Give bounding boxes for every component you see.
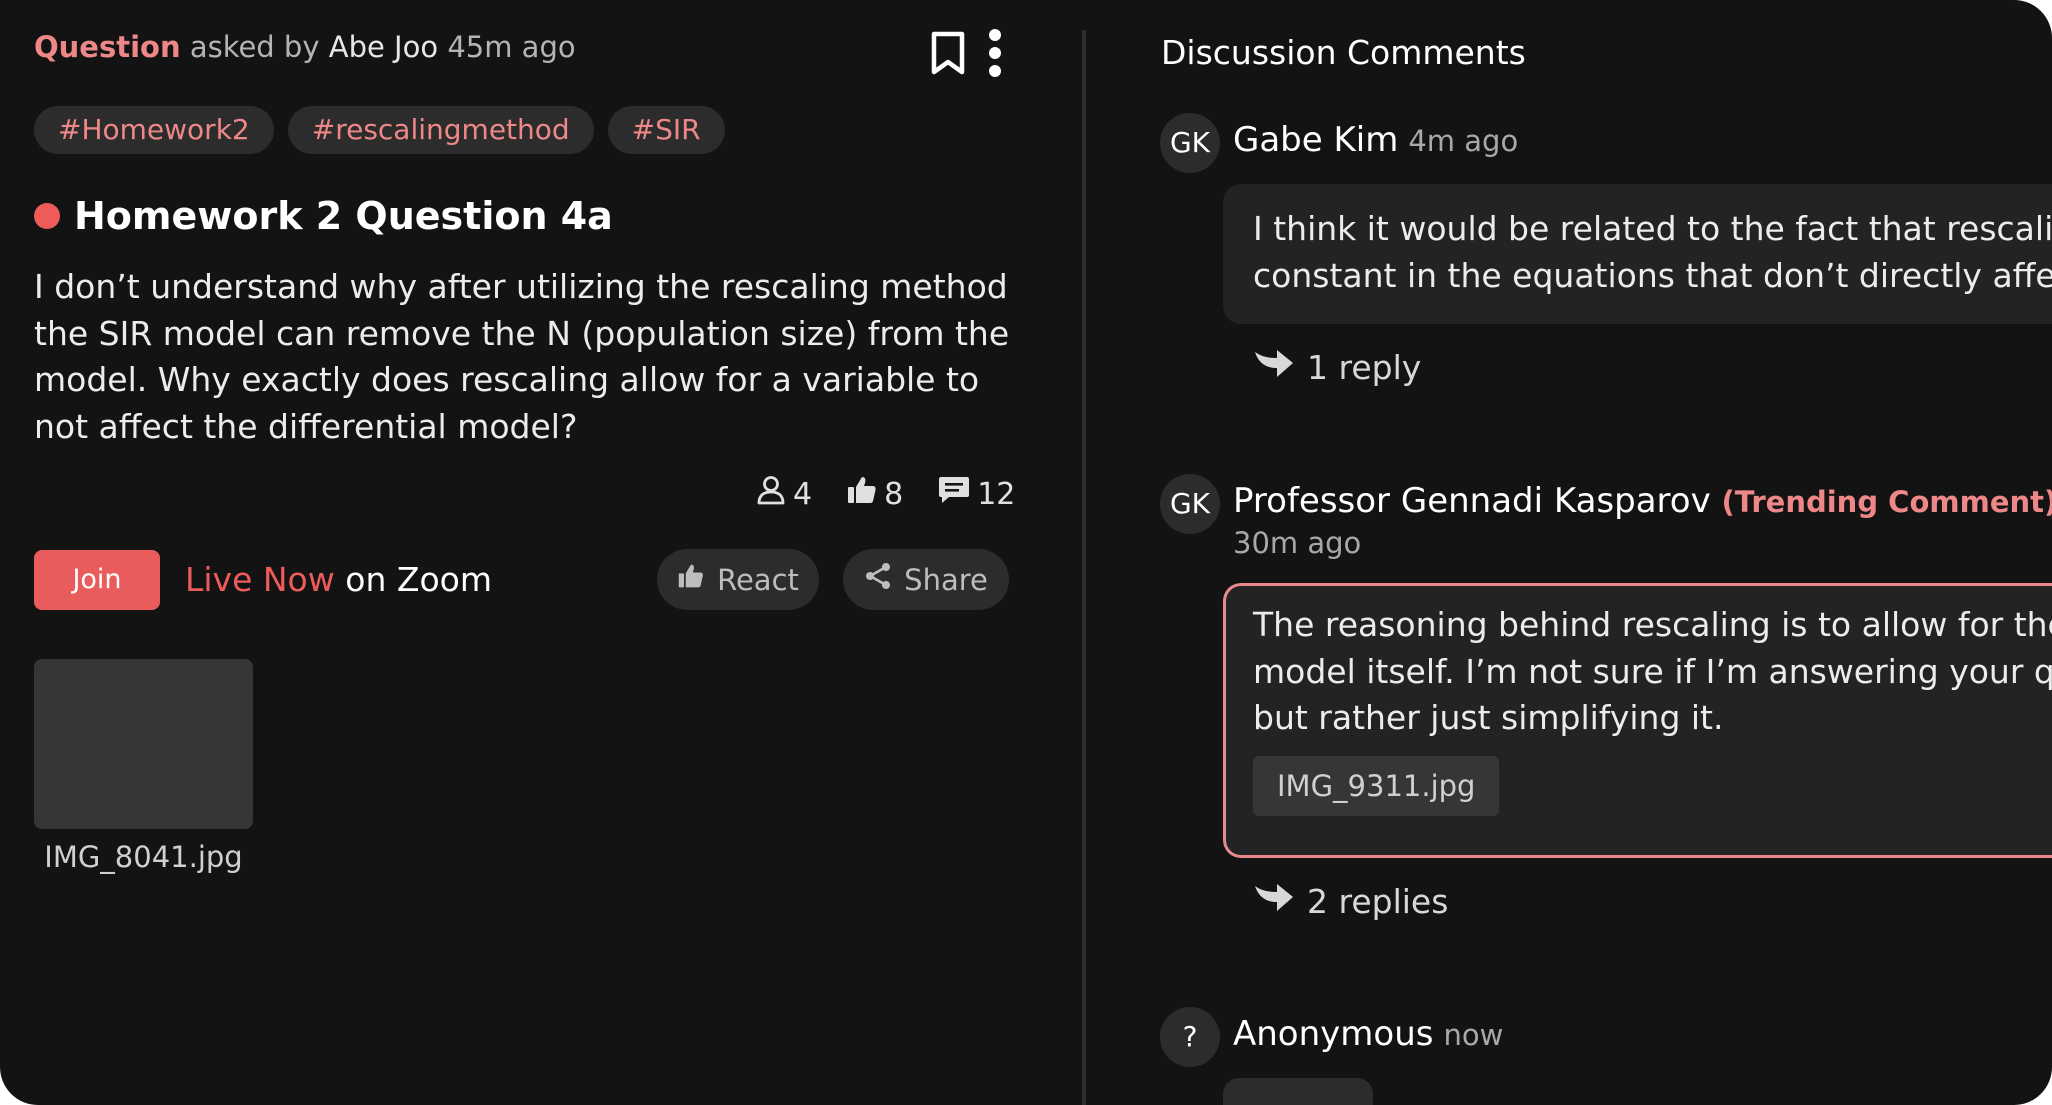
- reply-arrow-icon: [1253, 346, 1295, 388]
- comment-text-line: model itself. I’m not sure if I’m answer…: [1253, 651, 2052, 691]
- discussion-panel: Discussion Comments GK Gabe Kim 4m ago I …: [1087, 0, 2052, 1105]
- live-status-dot: [34, 203, 60, 229]
- user-icon: [755, 474, 787, 514]
- comment-text-line: but rather just simplifying it.: [1253, 698, 1724, 737]
- participants-stat: 4: [755, 474, 812, 514]
- replies-count: 2 replies: [1307, 881, 1449, 921]
- comment-author[interactable]: Anonymous: [1233, 1014, 1433, 1054]
- app-window: Question asked by Abe Joo 45m ago #Homew…: [0, 0, 2052, 1105]
- comment-text-line: I think it would be related to the fact …: [1253, 209, 2052, 248]
- comment-time: 4m ago: [1408, 124, 1519, 158]
- share-button[interactable]: Share: [843, 549, 1009, 610]
- comment-text-line: The reasoning behind rescaling is to all…: [1253, 605, 2052, 644]
- author-name[interactable]: Abe Joo: [329, 30, 438, 64]
- comments-stat[interactable]: 12: [937, 474, 1015, 514]
- thumbs-up-icon: [846, 474, 878, 514]
- bookmark-icon[interactable]: [930, 31, 966, 79]
- comment-bubble: I think it would be related to the fact …: [1223, 184, 2052, 324]
- comment-time: now: [1443, 1018, 1504, 1052]
- tag-sir[interactable]: #SIR: [607, 106, 725, 154]
- question-stats: 4 8 12: [755, 474, 1015, 514]
- avatar[interactable]: GK: [1160, 474, 1220, 534]
- share-label: Share: [904, 562, 988, 597]
- avatar[interactable]: ?: [1160, 1007, 1220, 1067]
- comment-bubble-trending: The reasoning behind rescaling is to all…: [1223, 583, 2052, 858]
- replies-count: 1 reply: [1307, 347, 1422, 387]
- question-title: Homework 2 Question 4a: [74, 194, 613, 238]
- question-actions: [930, 28, 1002, 82]
- comment-author-line: Gabe Kim 4m ago: [1233, 120, 1518, 160]
- attachment-chip[interactable]: IMG_9311.jpg: [1253, 755, 1500, 816]
- trending-badge: (Trending Comment): [1721, 485, 2052, 519]
- asked-by-text: asked by: [189, 30, 320, 64]
- comment-author-line: Professor Gennadi Kasparov (Trending Com…: [1233, 481, 2052, 521]
- attachment-thumbnail[interactable]: [34, 659, 253, 829]
- thumbs-up-icon: [677, 562, 705, 597]
- likes-count: 8: [884, 476, 904, 512]
- comment-text-line: constant in the equations that don’t dir…: [1253, 255, 2052, 295]
- avatar[interactable]: GK: [1160, 113, 1220, 173]
- comment-bubble: [1223, 1078, 1373, 1105]
- question-time: 45m ago: [447, 30, 576, 64]
- tag-homework2[interactable]: #Homework2: [34, 106, 274, 154]
- comment-author[interactable]: Professor Gennadi Kasparov: [1233, 481, 1711, 521]
- join-button[interactable]: Join: [34, 550, 160, 610]
- likes-stat[interactable]: 8: [846, 474, 903, 514]
- share-icon: [864, 562, 892, 597]
- participants-count: 4: [793, 476, 813, 512]
- discussion-title: Discussion Comments: [1161, 33, 1526, 72]
- react-button[interactable]: React: [657, 549, 819, 610]
- tag-rescalingmethod[interactable]: #rescalingmethod: [287, 106, 594, 154]
- comment-author[interactable]: Gabe Kim: [1233, 120, 1398, 160]
- comment-time: 30m ago: [1233, 526, 1362, 560]
- live-now-label: Live Now: [185, 560, 335, 599]
- more-vertical-icon[interactable]: [988, 28, 1002, 82]
- react-label: React: [717, 562, 799, 597]
- attachment-name[interactable]: IMG_8041.jpg: [34, 840, 253, 874]
- question-body: I don’t understand why after utilizing t…: [34, 267, 1010, 446]
- panel-divider: [1082, 30, 1086, 1105]
- comment-author-line: Anonymous now: [1233, 1014, 1503, 1054]
- comment-icon: [937, 474, 971, 514]
- question-kind-label: Question: [34, 30, 181, 64]
- reply-arrow-icon: [1253, 880, 1295, 922]
- question-panel: Question asked by Abe Joo 45m ago #Homew…: [0, 0, 1080, 1105]
- comments-count: 12: [977, 476, 1016, 512]
- on-zoom-label: on Zoom: [345, 560, 492, 599]
- replies-link[interactable]: 1 reply: [1253, 346, 1421, 388]
- question-meta: Question asked by Abe Joo 45m ago: [34, 30, 576, 64]
- live-zoom-text: Live Now on Zoom: [185, 560, 492, 599]
- question-title-row: Homework 2 Question 4a: [34, 194, 613, 238]
- replies-link[interactable]: 2 replies: [1253, 880, 1448, 922]
- tag-list: #Homework2 #rescalingmethod #SIR: [34, 106, 725, 154]
